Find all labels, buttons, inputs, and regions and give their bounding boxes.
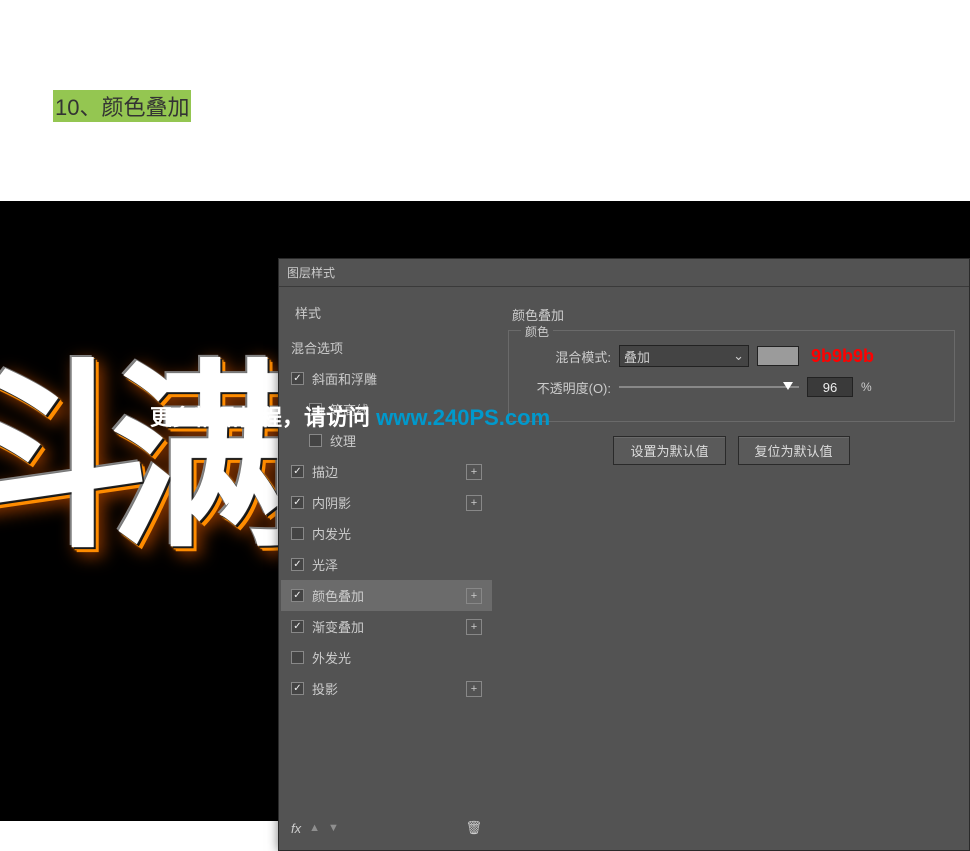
opacity-input[interactable] [807,377,853,397]
opacity-label: 不透明度(O): [521,378,611,397]
satin-checkbox[interactable] [291,558,304,571]
bevel-checkbox[interactable] [291,372,304,385]
inner-glow-checkbox[interactable] [291,527,304,540]
drop-shadow-add-icon[interactable]: + [466,681,482,697]
panel-group-title: 颜色叠加 [508,305,955,324]
stroke-label: 描边 [312,462,466,481]
opacity-slider[interactable] [619,386,799,388]
color-fieldset: 颜色 混合模式: 叠加 ⌄ 9b9b9b 不透明度(O): [508,330,955,422]
inner-shadow-item[interactable]: 内阴影 + [281,487,492,518]
styles-header: 样式 [281,299,492,332]
artwork-preview: 斗满 [0,296,300,696]
outer-glow-item[interactable]: 外发光 [281,642,492,673]
blending-options-label: 混合选项 [291,338,482,357]
arrow-down-icon[interactable]: ▼ [328,822,339,834]
color-overlay-label: 颜色叠加 [312,586,466,605]
stroke-add-icon[interactable]: + [466,464,482,480]
layer-style-dialog: 图层样式 样式 混合选项 斜面和浮雕 等高线 纹理 描边 + [278,258,970,851]
settings-panel: 颜色叠加 颜色 混合模式: 叠加 ⌄ 9b9b9b 不透明度(O): [494,287,969,850]
inner-shadow-label: 内阴影 [312,493,466,512]
fieldset-legend: 颜色 [521,323,553,340]
blend-mode-label: 混合模式: [521,347,611,366]
texture-checkbox[interactable] [309,434,322,447]
drop-shadow-checkbox[interactable] [291,682,304,695]
color-overlay-item[interactable]: 颜色叠加 + [281,580,492,611]
drop-shadow-label: 投影 [312,679,466,698]
inner-glow-label: 内发光 [312,524,482,543]
watermark-prefix: 更多精品教程，请访问 [150,405,376,430]
chevron-down-icon: ⌄ [733,348,744,364]
styles-list: 样式 混合选项 斜面和浮雕 等高线 纹理 描边 + [279,287,494,850]
inner-shadow-checkbox[interactable] [291,496,304,509]
bevel-label: 斜面和浮雕 [312,369,482,388]
reset-default-button[interactable]: 复位为默认值 [738,436,850,465]
percent-label: % [861,380,872,394]
stroke-checkbox[interactable] [291,465,304,478]
styles-footer: fx ▲ ▼ 🗑 [281,814,492,842]
stroke-item[interactable]: 描边 + [281,456,492,487]
blend-mode-row: 混合模式: 叠加 ⌄ 9b9b9b [521,345,942,367]
outer-glow-checkbox[interactable] [291,651,304,664]
outer-glow-label: 外发光 [312,648,482,667]
dialog-body: 样式 混合选项 斜面和浮雕 等高线 纹理 描边 + [279,287,969,850]
make-default-button[interactable]: 设置为默认值 [613,436,725,465]
color-overlay-checkbox[interactable] [291,589,304,602]
blend-mode-select[interactable]: 叠加 ⌄ [619,345,749,367]
arrow-up-icon[interactable]: ▲ [309,822,320,834]
satin-item[interactable]: 光泽 [281,549,492,580]
bevel-emboss-item[interactable]: 斜面和浮雕 [281,363,492,394]
gradient-overlay-item[interactable]: 渐变叠加 + [281,611,492,642]
satin-label: 光泽 [312,555,482,574]
blending-options-item[interactable]: 混合选项 [281,332,492,363]
gradient-overlay-add-icon[interactable]: + [466,619,482,635]
watermark-link[interactable]: www.240PS.com [376,405,550,430]
slider-thumb[interactable] [783,382,793,390]
inner-glow-item[interactable]: 内发光 [281,518,492,549]
color-swatch[interactable] [757,346,799,366]
dialog-title: 图层样式 [279,259,969,287]
texture-label: 纹理 [330,431,482,450]
opacity-row: 不透明度(O): % [521,377,942,397]
tutorial-watermark: 更多精品教程，请访问 www.240PS.com [150,400,550,432]
gradient-overlay-label: 渐变叠加 [312,617,466,636]
button-row: 设置为默认值 复位为默认值 [508,436,955,465]
hex-annotation: 9b9b9b [811,346,874,367]
blend-mode-value: 叠加 [624,347,650,366]
trash-icon[interactable]: 🗑 [465,820,482,836]
fx-icon[interactable]: fx [291,821,301,836]
inner-shadow-add-icon[interactable]: + [466,495,482,511]
drop-shadow-item[interactable]: 投影 + [281,673,492,704]
gradient-overlay-checkbox[interactable] [291,620,304,633]
color-overlay-add-icon[interactable]: + [466,588,482,604]
chrome-text: 斗满 [0,296,300,586]
step-title: 10、颜色叠加 [53,90,191,122]
